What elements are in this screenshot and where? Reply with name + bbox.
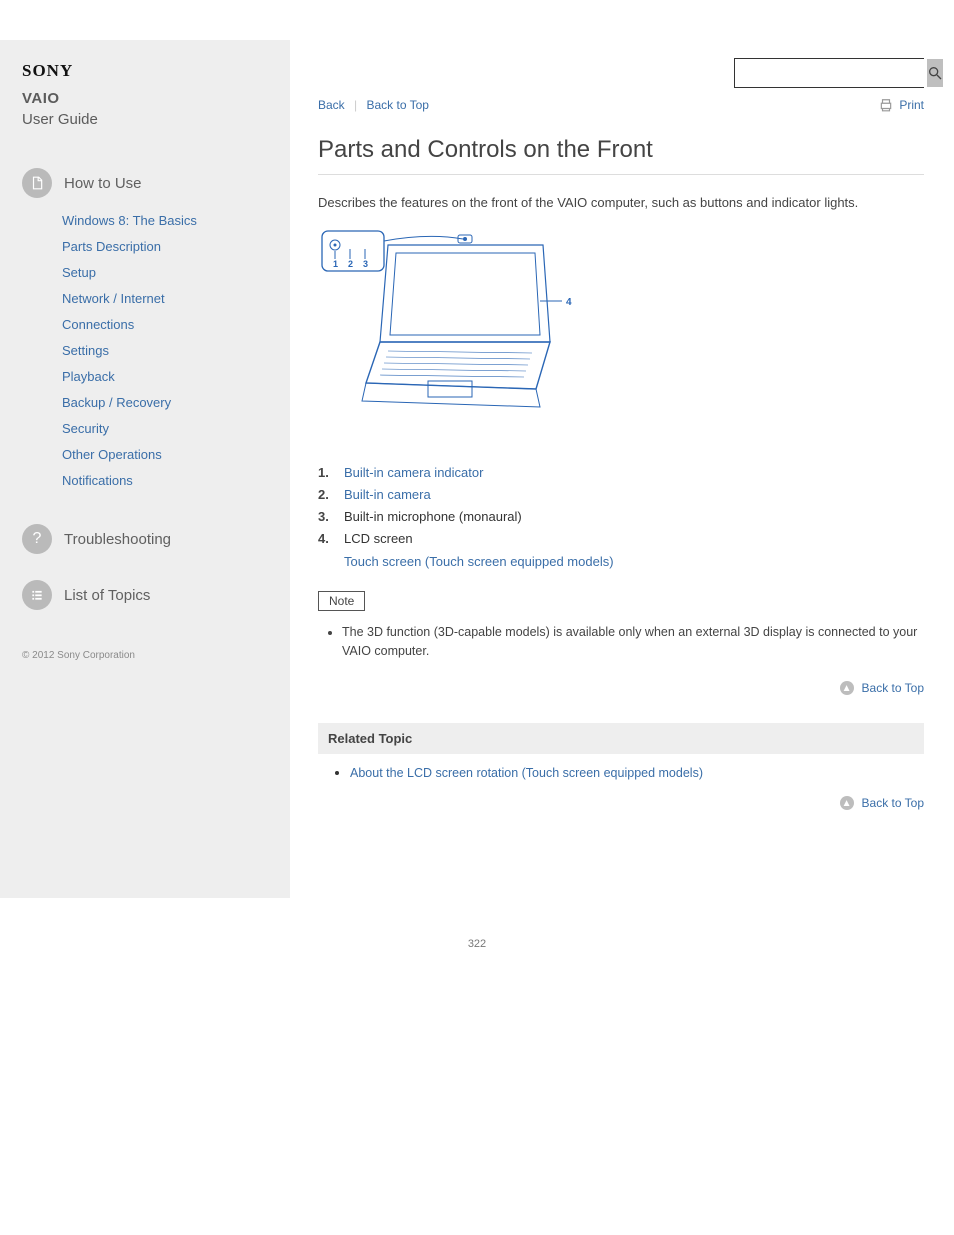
list-icon (22, 580, 52, 610)
sidebar-item-security[interactable]: Security (62, 421, 109, 436)
breadcrumb: Back | Back to Top Print (318, 98, 924, 112)
sidebar-links-list: Windows 8: The Basics Parts Description … (22, 212, 270, 490)
svg-text:1: 1 (333, 259, 338, 269)
doc-icon (22, 168, 52, 198)
svg-text:4: 4 (566, 297, 572, 308)
sidebar-section-contents[interactable]: List of Topics (22, 580, 270, 610)
search-box (734, 58, 924, 88)
note-list: The 3D function (3D-capable models) is a… (342, 623, 924, 662)
print-icon (879, 98, 893, 112)
copyright: © 2012 Sony Corporation (22, 650, 270, 661)
callout-3: Built-in microphone (monaural) (344, 509, 522, 524)
arrow-up-icon: ▲ (840, 796, 854, 810)
brand-logo: SONY (22, 58, 270, 84)
search-input[interactable] (735, 59, 927, 87)
sidebar-item-playback[interactable]: Playback (62, 369, 115, 384)
page-title: Parts and Controls on the Front (318, 136, 924, 164)
sidebar-item-parts[interactable]: Parts Description (62, 239, 161, 254)
sidebar-section-label: Troubleshooting (64, 531, 171, 548)
sidebar-item-notifications[interactable]: Notifications (62, 473, 133, 488)
svg-text:3: 3 (363, 259, 368, 269)
sidebar-item-windows8[interactable]: Windows 8: The Basics (62, 213, 197, 228)
lead-paragraph: Describes the features on the front of t… (318, 193, 924, 213)
crumb-back-top[interactable]: Back to Top (367, 98, 429, 112)
callout-1[interactable]: Built-in camera indicator (344, 465, 483, 480)
callout-4b[interactable]: Touch screen (Touch screen equipped mode… (344, 554, 614, 569)
sidebar: SONY VAIO User Guide How to Use Windows … (0, 40, 290, 898)
print-label: Print (899, 98, 924, 112)
sidebar-item-other[interactable]: Other Operations (62, 447, 162, 462)
sidebar-section-troubleshoot[interactable]: ? Troubleshooting (22, 524, 270, 554)
sidebar-item-settings[interactable]: Settings (62, 343, 109, 358)
crumb-back[interactable]: Back (318, 98, 345, 112)
product-name: VAIO (22, 90, 270, 107)
sidebar-section-label: List of Topics (64, 587, 150, 604)
svg-text:SONY: SONY (22, 61, 73, 80)
sidebar-item-backup[interactable]: Backup / Recovery (62, 395, 171, 410)
related-link-1[interactable]: About the LCD screen rotation (Touch scr… (350, 766, 703, 780)
sidebar-section-label: How to Use (64, 175, 142, 192)
product-subtitle: User Guide (22, 111, 270, 128)
note-item: The 3D function (3D-capable models) is a… (342, 623, 924, 662)
sidebar-section-howto[interactable]: How to Use (22, 168, 270, 198)
print-button[interactable]: Print (879, 98, 924, 112)
callout-4a: LCD screen (344, 531, 413, 546)
note-label: Note (318, 591, 365, 611)
main-content: Back | Back to Top Print Parts and Contr… (290, 40, 954, 898)
related-topic: Related Topic About the LCD screen rotat… (318, 723, 924, 782)
diagram-laptop-front: 1 2 3 4 (318, 227, 924, 432)
sidebar-item-setup[interactable]: Setup (62, 265, 96, 280)
search-icon (927, 65, 943, 81)
sidebar-item-connections[interactable]: Connections (62, 317, 134, 332)
search-button[interactable] (927, 59, 943, 87)
svg-text:2: 2 (348, 259, 353, 269)
title-divider (318, 174, 924, 175)
related-heading: Related Topic (318, 723, 924, 754)
callout-2[interactable]: Built-in camera (344, 487, 431, 502)
arrow-up-icon: ▲ (840, 681, 854, 695)
goto-top[interactable]: Back to Top (862, 681, 924, 695)
page-number: 322 (0, 938, 954, 950)
callout-list: Built-in camera indicator Built-in camer… (318, 462, 924, 572)
goto-top-2[interactable]: Back to Top (862, 796, 924, 810)
sidebar-item-network[interactable]: Network / Internet (62, 291, 165, 306)
question-icon: ? (22, 524, 52, 554)
